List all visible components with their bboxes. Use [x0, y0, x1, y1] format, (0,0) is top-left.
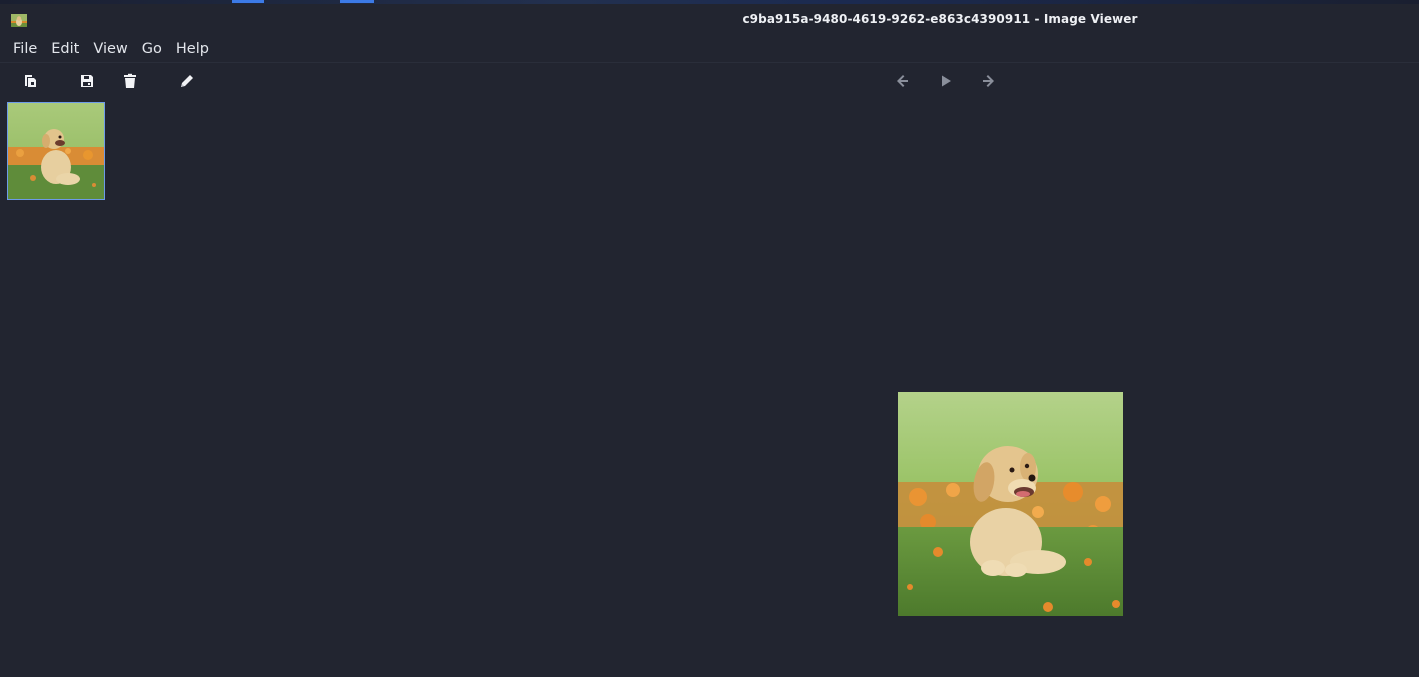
golden-retriever-puppy-icon [898, 392, 1123, 616]
arrow-right-icon [983, 75, 994, 87]
previous-button[interactable] [892, 70, 914, 92]
menubar-divider [0, 62, 1419, 63]
menu-help[interactable]: Help [169, 39, 216, 59]
arrow-left-icon [897, 75, 908, 87]
delete-button[interactable] [119, 70, 141, 92]
play-icon [942, 75, 951, 87]
next-button[interactable] [977, 70, 999, 92]
app-icon [11, 13, 27, 27]
save-icon [81, 75, 93, 87]
menu-view[interactable]: View [86, 39, 134, 59]
menu-bar: File Edit View Go Help [0, 36, 1419, 62]
menu-go[interactable]: Go [135, 39, 169, 59]
copy-icon [25, 75, 36, 87]
pencil-icon [181, 75, 193, 87]
menu-edit[interactable]: Edit [44, 39, 86, 59]
strip-segment [340, 0, 374, 3]
save-button[interactable] [76, 70, 98, 92]
menu-file[interactable]: File [6, 39, 44, 59]
edit-button[interactable] [176, 70, 198, 92]
copy-button[interactable] [19, 70, 41, 92]
window-title: c9ba915a-9480-4619-9262-e863c4390911 - I… [742, 12, 1138, 26]
strip-segment [232, 0, 264, 3]
puppy-in-grass-icon [8, 103, 104, 199]
image-viewer-window: c9ba915a-9480-4619-9262-e863c4390911 - I… [0, 0, 1419, 677]
thumbnail-selected[interactable] [7, 102, 105, 200]
title-bar: c9ba915a-9480-4619-9262-e863c4390911 - I… [0, 4, 1419, 34]
main-image[interactable] [898, 392, 1123, 616]
slideshow-button[interactable] [935, 70, 957, 92]
trash-icon [124, 73, 136, 88]
